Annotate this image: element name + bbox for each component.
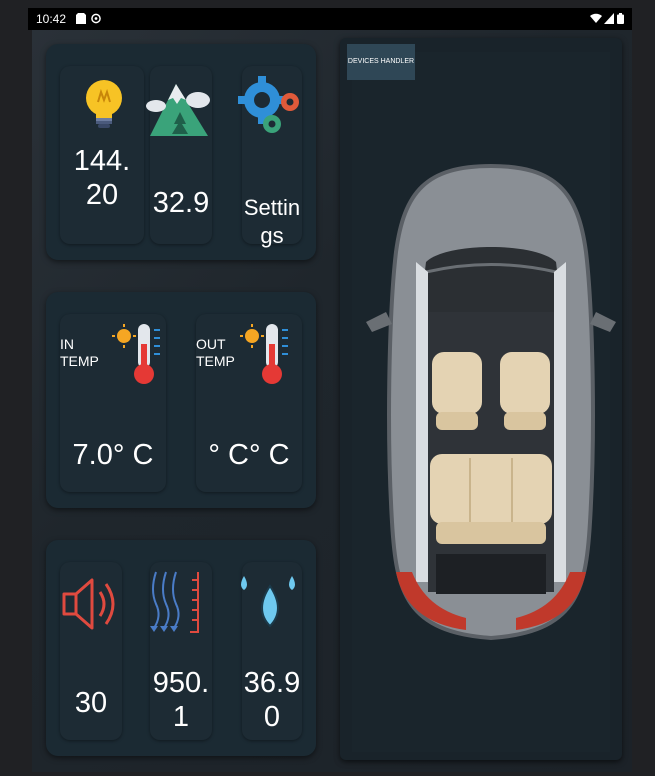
out-temp-tile: OUT TEMP ° C° C bbox=[196, 314, 302, 492]
bottom-card: 30 950. 1 36.9 0 bbox=[46, 540, 316, 756]
top-card: 144. 20 32.9 Settin gs bbox=[46, 44, 316, 260]
volume-tile[interactable]: 30 bbox=[60, 562, 122, 740]
sun-thermometer-icon bbox=[112, 324, 160, 384]
altitude-value: 32.9 bbox=[152, 187, 210, 219]
car-top-view[interactable] bbox=[366, 162, 616, 642]
out-temp-label: OUT TEMP bbox=[196, 336, 235, 369]
light-tile[interactable]: 144. 20 bbox=[60, 66, 144, 244]
light-value: 144. 20 bbox=[73, 145, 131, 211]
battery-icon bbox=[617, 13, 624, 24]
sun-thermometer-icon bbox=[240, 324, 288, 384]
status-bar: 10:42 bbox=[28, 8, 632, 30]
sd-card-icon bbox=[76, 13, 86, 24]
gears-icon bbox=[238, 76, 299, 133]
devices-canvas bbox=[352, 52, 616, 752]
speaker-icon bbox=[62, 578, 115, 630]
lightbulb-icon bbox=[86, 80, 122, 128]
in-temp-value: 7.0° C bbox=[72, 439, 154, 471]
at-sign-icon bbox=[91, 13, 101, 24]
out-temp-value: ° C° C bbox=[208, 439, 290, 471]
in-temp-label: IN TEMP bbox=[60, 336, 99, 369]
mountain-icon bbox=[146, 84, 210, 136]
humidity-value: 36.9 0 bbox=[243, 667, 301, 733]
devices-handler-button[interactable]: DEVICES HANDLER bbox=[347, 44, 415, 80]
settings-tile[interactable]: Settin gs bbox=[238, 66, 302, 248]
volume-value: 30 bbox=[74, 687, 108, 719]
pressure-value: 950. 1 bbox=[152, 667, 210, 733]
water-drops-icon bbox=[241, 576, 295, 628]
wind-pressure-icon bbox=[150, 571, 199, 633]
in-temp-tile: IN TEMP 7.0° C bbox=[60, 314, 166, 492]
humidity-tile: 36.9 0 bbox=[241, 562, 302, 740]
temperature-card: IN TEMP 7.0° C OUT TEMP ° C° C bbox=[46, 292, 316, 508]
signal-icon bbox=[604, 13, 614, 24]
pressure-tile: 950. 1 bbox=[150, 562, 212, 740]
devices-panel bbox=[340, 38, 622, 760]
altitude-tile[interactable]: 32.9 bbox=[146, 66, 212, 244]
status-time: 10:42 bbox=[36, 12, 67, 26]
app-frame: 10:42 144. 20 32.9 Settin gs IN TEMP 7.0… bbox=[0, 0, 655, 776]
settings-label: Settin gs bbox=[243, 195, 301, 248]
dashboard-screen: 144. 20 32.9 Settin gs IN TEMP 7.0° C OU… bbox=[32, 30, 632, 772]
wifi-icon bbox=[590, 13, 602, 23]
